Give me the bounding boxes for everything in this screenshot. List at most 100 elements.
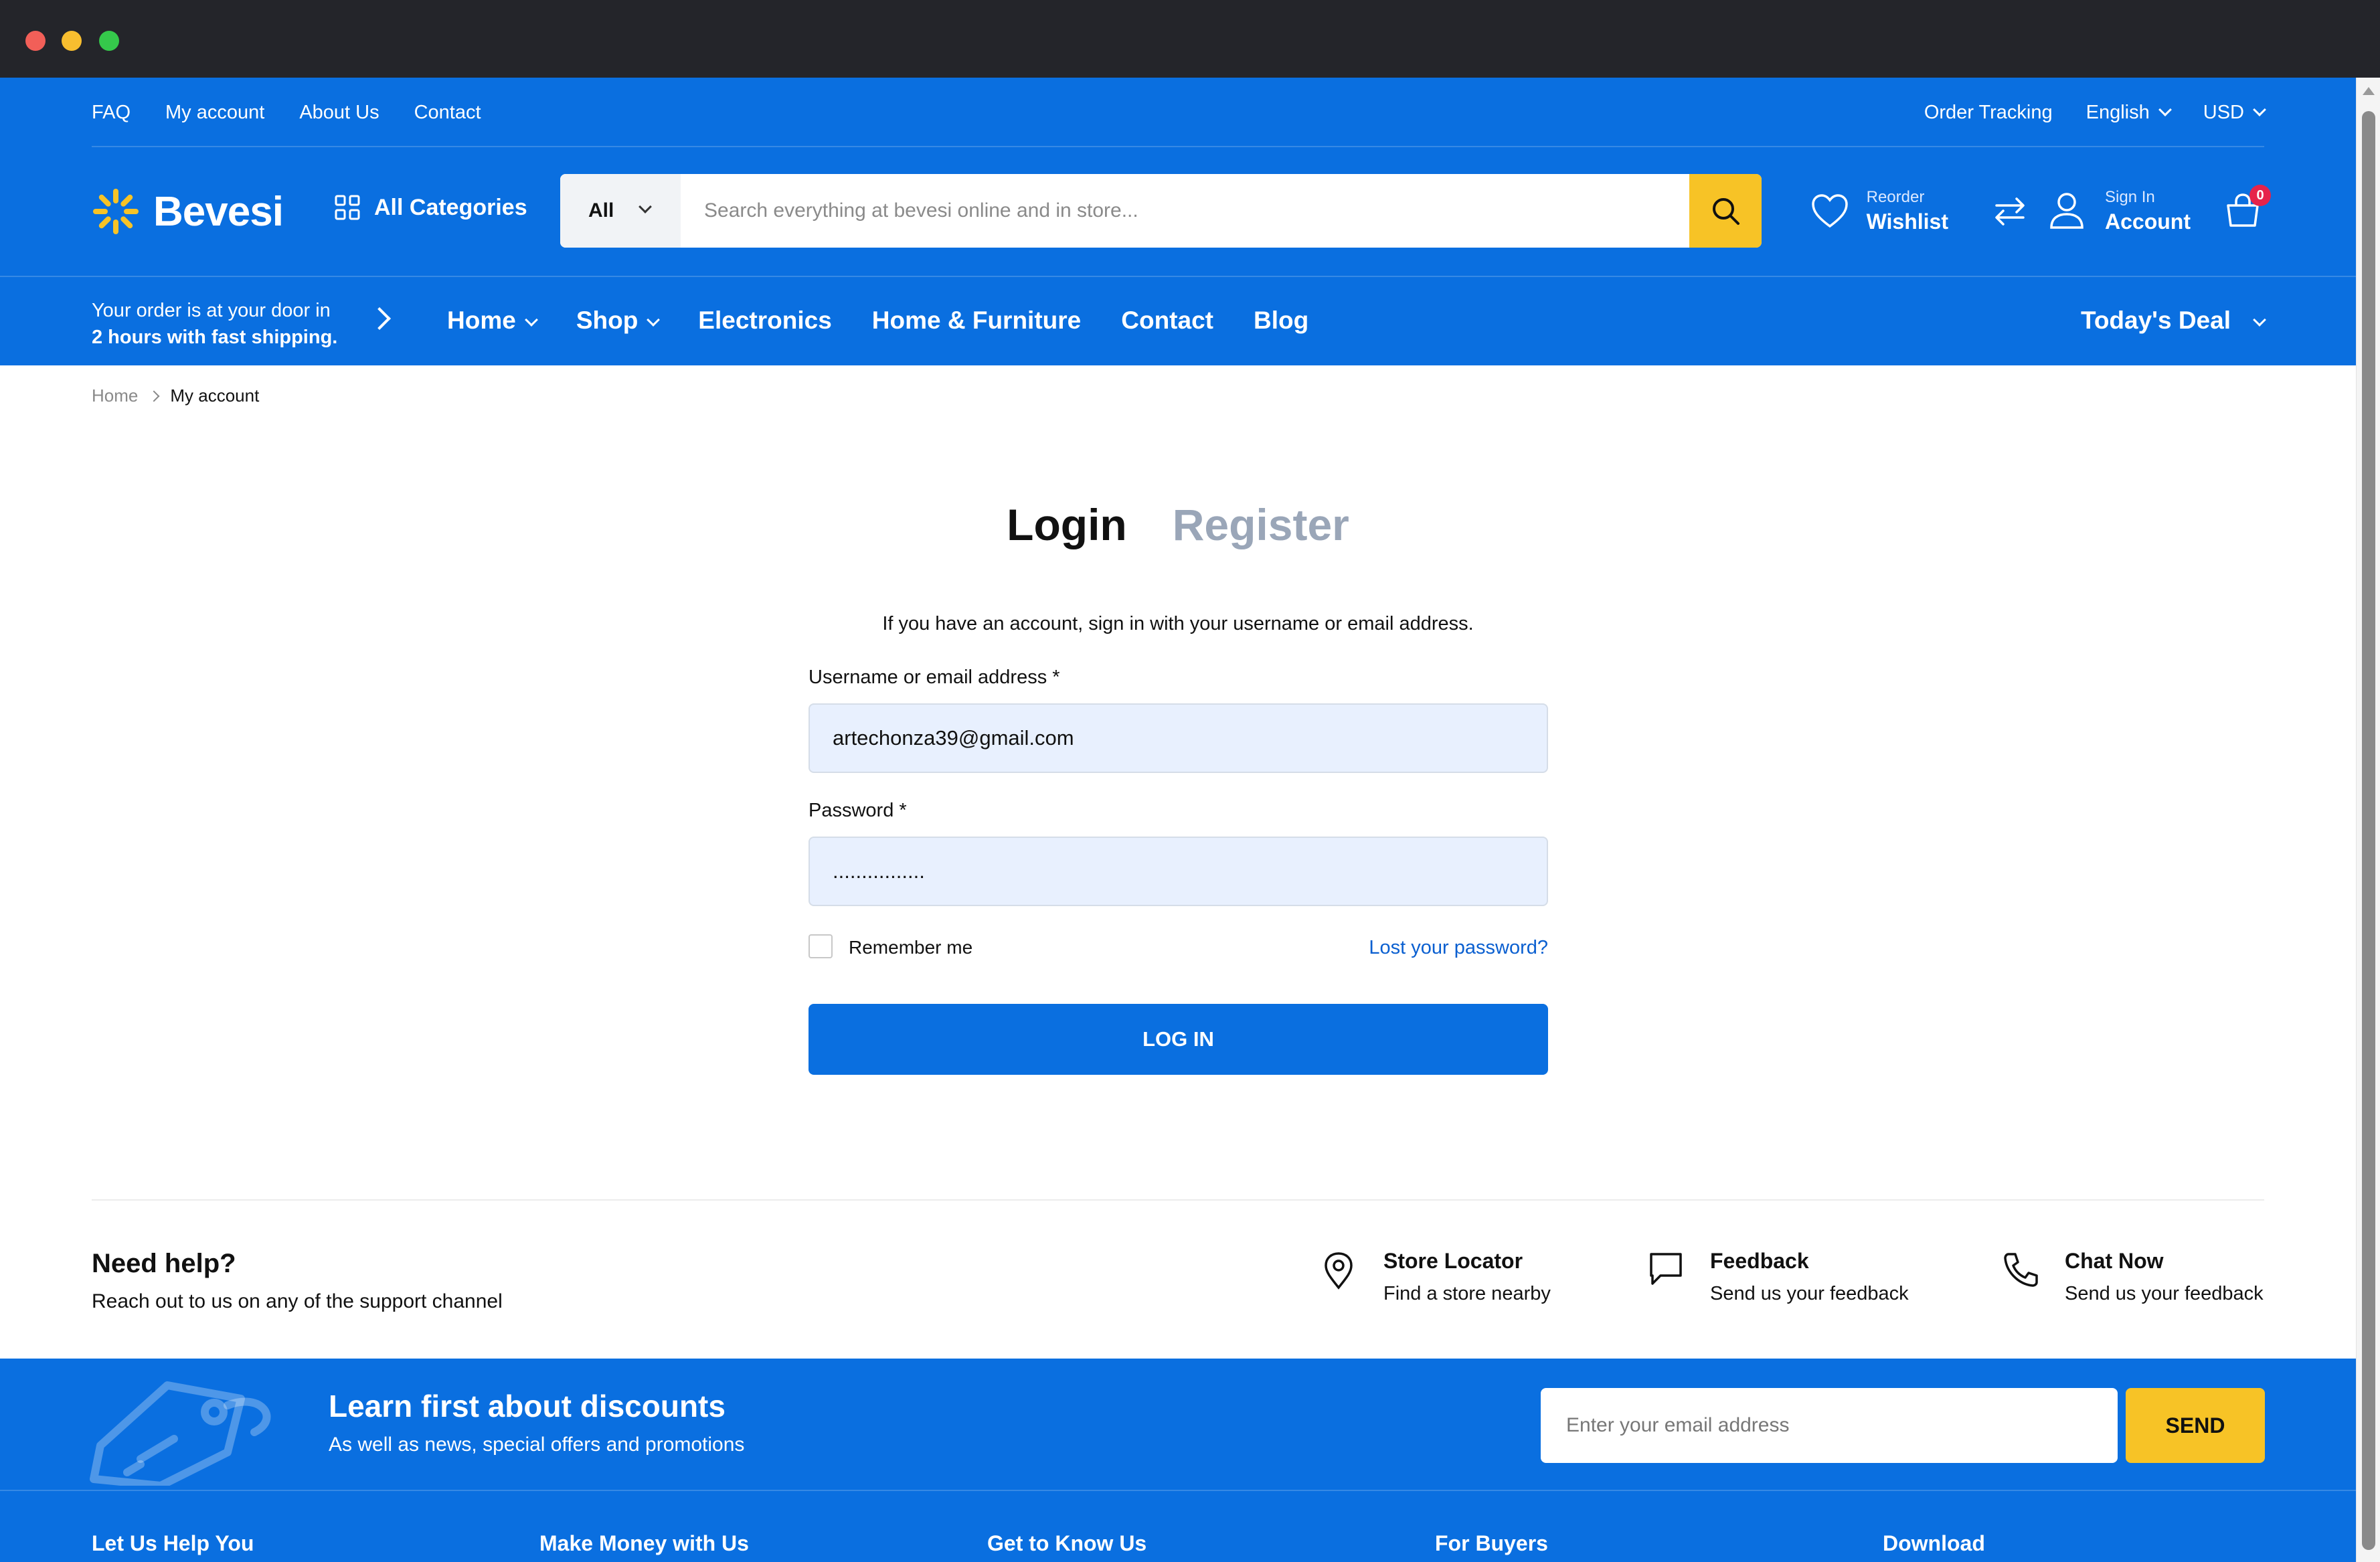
shipping-promo: Your order is at your door in 2 hours wi… [92, 297, 337, 351]
main-header-bar: Bevesi All Categories All Search everyth… [92, 174, 2271, 248]
tab-login[interactable]: Login [1007, 499, 1127, 550]
promo-line-2: 2 hours with fast shipping. [92, 327, 338, 348]
search-input[interactable] [704, 174, 1641, 248]
search-category-value: All [588, 199, 614, 222]
breadcrumb-home[interactable]: Home [92, 385, 138, 406]
auth-tabs: Login Register [0, 499, 2356, 550]
remember-row: Remember me Lost your password? [809, 933, 1548, 960]
map-pin-icon [1325, 1252, 1353, 1290]
currency-value: USD [2203, 102, 2244, 123]
lost-password-link[interactable]: Lost your password? [1369, 937, 1548, 959]
help-title: Need help? [92, 1249, 236, 1278]
password-value: ................ [833, 859, 925, 883]
window-titlebar [0, 0, 2380, 78]
help-subtitle: Reach out to us on any of the support ch… [92, 1290, 503, 1312]
search-category-select[interactable]: All [560, 174, 681, 248]
chevron-right-icon [148, 390, 160, 402]
log-in-button[interactable]: LOG IN [809, 1004, 1548, 1075]
feedback-link[interactable]: Feedback Send us your feedback [1648, 1249, 1909, 1309]
chat-bubble-icon [1650, 1253, 1682, 1285]
login-form: Username or email address * artechonza39… [809, 667, 1548, 1075]
chevron-down-icon [647, 313, 661, 327]
chevron-down-icon [2253, 313, 2266, 327]
nav-contact[interactable]: Contact [1121, 307, 1213, 335]
main-nav: Your order is at your door in 2 hours wi… [0, 276, 2356, 365]
top-bar: FAQ My account About Us Contact Order Tr… [92, 78, 2266, 147]
search-button[interactable] [1689, 174, 1762, 248]
site-header: FAQ My account About Us Contact Order Tr… [0, 78, 2356, 365]
discount-tag-icon [90, 1381, 271, 1486]
about-us-link[interactable]: About Us [299, 102, 379, 124]
contact-link[interactable]: Contact [414, 102, 481, 124]
scrollbar-thumb[interactable] [2362, 111, 2375, 1550]
newsletter-email-input[interactable] [1541, 1388, 2118, 1463]
remember-me-checkbox[interactable] [809, 934, 833, 958]
all-categories-button[interactable]: All Categories [334, 194, 527, 221]
close-window-button[interactable] [25, 31, 46, 51]
password-field[interactable]: ................ [809, 837, 1548, 906]
username-field[interactable]: artechonza39@gmail.com [809, 703, 1548, 773]
wishlist-label: Wishlist [1866, 209, 1948, 234]
chevron-down-icon [2253, 103, 2266, 116]
logo[interactable]: Bevesi [92, 187, 284, 236]
todays-deal-menu[interactable]: Today's Deal [2080, 307, 2266, 335]
search-bar: All [560, 174, 1762, 248]
newsletter-title: Learn first about discounts [329, 1389, 726, 1423]
login-intro: If you have an account, sign in with you… [882, 613, 1474, 634]
wishlist-button[interactable]: Reorder Wishlist [1810, 174, 1948, 248]
newsletter-bar: Learn first about discounts As well as n… [0, 1359, 2356, 1491]
compare-button[interactable] [1992, 174, 2027, 248]
maximize-window-button[interactable] [99, 31, 119, 51]
remember-me-label[interactable]: Remember me [849, 937, 972, 958]
password-label: Password * [809, 800, 907, 821]
footer-col-download[interactable]: Download [1883, 1531, 1985, 1556]
nav-blog[interactable]: Blog [1254, 307, 1308, 335]
nav-shop[interactable]: Shop [576, 307, 661, 335]
minimize-window-button[interactable] [62, 31, 82, 51]
currency-select[interactable]: USD [2203, 102, 2266, 124]
chat-now-sub: Send us your feedback [2065, 1283, 2264, 1304]
nav-home-furniture[interactable]: Home & Furniture [872, 307, 1081, 335]
language-value: English [2086, 102, 2150, 123]
newsletter-section: Learn first about discounts As well as n… [0, 1359, 2356, 1562]
nav-electronics[interactable]: Electronics [698, 307, 831, 335]
language-select[interactable]: English [2086, 102, 2172, 124]
nav-home[interactable]: Home [447, 307, 538, 335]
page-viewport: FAQ My account About Us Contact Order Tr… [0, 78, 2356, 1562]
feedback-title: Feedback [1710, 1249, 1809, 1273]
footer-col-know[interactable]: Get to Know Us [987, 1531, 1146, 1556]
newsletter-subtitle: As well as news, special offers and prom… [329, 1434, 745, 1456]
all-categories-label: All Categories [374, 194, 527, 220]
my-account-link[interactable]: My account [165, 102, 264, 124]
sun-logo-icon [93, 189, 139, 234]
cart-button[interactable]: 0 [2224, 174, 2271, 248]
footer-col-buyers[interactable]: For Buyers [1435, 1531, 1548, 1556]
chevron-right-icon[interactable] [368, 307, 391, 330]
promo-line-1: Your order is at your door in [92, 300, 331, 321]
phone-icon [2004, 1253, 2038, 1287]
scroll-up-arrow-icon[interactable] [2363, 87, 2375, 95]
section-divider [92, 1199, 2264, 1201]
tab-register[interactable]: Register [1173, 499, 1349, 550]
vertical-scrollbar[interactable] [2356, 78, 2380, 1562]
order-tracking-link[interactable]: Order Tracking [1924, 102, 2053, 124]
nav-shop-label: Shop [576, 307, 639, 334]
breadcrumb: Home My account [92, 385, 259, 406]
footer-col-money[interactable]: Make Money with Us [539, 1531, 749, 1556]
store-locator-link[interactable]: Store Locator Find a store nearby [1322, 1249, 1551, 1309]
username-value: artechonza39@gmail.com [833, 726, 1074, 750]
grid-icon [335, 195, 360, 220]
store-locator-sub: Find a store nearby [1383, 1283, 1551, 1304]
compare-icon [1995, 197, 2025, 226]
chevron-down-icon [2158, 103, 2172, 116]
faq-link[interactable]: FAQ [92, 102, 131, 124]
todays-deal-label: Today's Deal [2080, 307, 2231, 334]
account-button[interactable]: Sign In Account [2049, 174, 2191, 248]
cart-count-badge: 0 [2249, 185, 2271, 206]
footer-col-help[interactable]: Let Us Help You [92, 1531, 254, 1556]
chevron-down-icon [524, 313, 538, 327]
chat-now-link[interactable]: Chat Now Send us your feedback [2003, 1249, 2264, 1309]
newsletter-send-button[interactable]: SEND [2126, 1388, 2265, 1463]
brand-name: Bevesi [153, 188, 284, 235]
breadcrumb-current: My account [170, 385, 260, 406]
